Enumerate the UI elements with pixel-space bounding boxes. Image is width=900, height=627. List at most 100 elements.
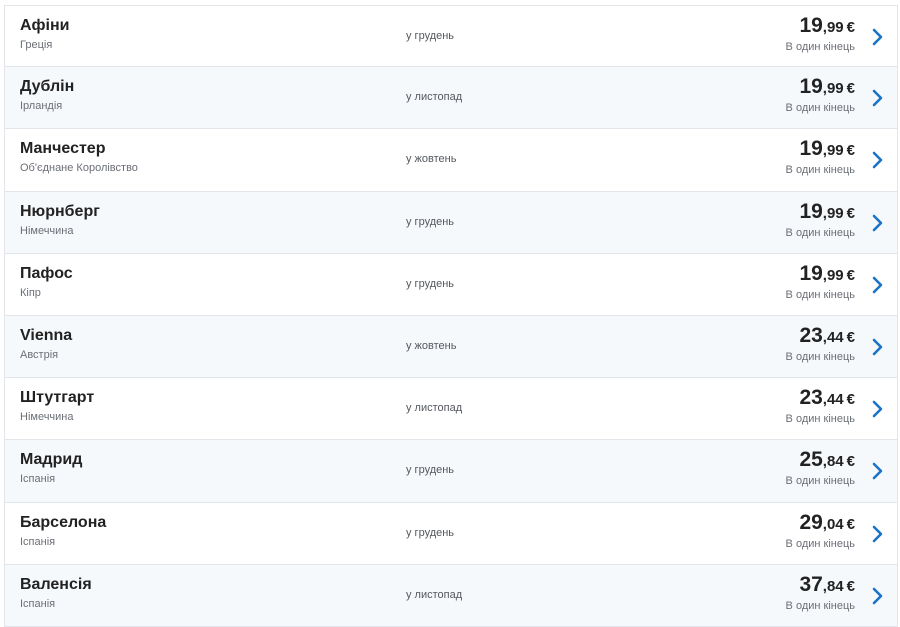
fare-type: В один кінець bbox=[785, 288, 855, 301]
price: 29,04 € bbox=[799, 511, 855, 535]
city-name: Мадрид bbox=[20, 451, 83, 469]
price-cents: ,99 bbox=[822, 204, 844, 222]
travel-month: у листопад bbox=[406, 402, 463, 415]
travel-month: у грудень bbox=[406, 215, 455, 228]
destinations-list: Афіни Греція у грудень 19,99 € В один кін… bbox=[4, 5, 898, 627]
price-cents: ,04 bbox=[822, 515, 844, 533]
price-whole: 19 bbox=[799, 14, 823, 37]
country-name: Об'єднане Королівство bbox=[20, 162, 138, 175]
price: 23,44 € bbox=[799, 324, 855, 348]
country-name: Греція bbox=[20, 39, 53, 51]
chevron-right-icon[interactable] bbox=[871, 151, 885, 169]
fare-type: В один кінець bbox=[785, 102, 855, 115]
destination-row[interactable]: Нюрнберг Німеччина у грудень 19,99 € В од… bbox=[4, 191, 898, 254]
destination-row[interactable]: Валенсія Іспанія у листопад 37,84 € В оди… bbox=[4, 564, 898, 627]
country-name: Іспанія bbox=[20, 597, 56, 610]
travel-month: у грудень bbox=[406, 526, 455, 539]
price-whole: 23 bbox=[799, 386, 823, 410]
currency-symbol: € bbox=[846, 328, 855, 346]
travel-month: у грудень bbox=[406, 464, 455, 477]
price: 19,99 € bbox=[799, 14, 855, 38]
price-whole: 19 bbox=[799, 261, 823, 285]
country-name: Іспанія bbox=[20, 473, 56, 486]
city-name: Барселона bbox=[20, 513, 107, 531]
city-name: Нюрнберг bbox=[20, 202, 100, 220]
currency-symbol: € bbox=[846, 204, 855, 222]
city-name: Валенсія bbox=[20, 575, 92, 593]
price-whole: 37 bbox=[799, 572, 823, 596]
price: 37,84 € bbox=[799, 573, 855, 597]
price: 25,84 € bbox=[799, 448, 855, 472]
city-name: Дублін bbox=[20, 78, 75, 96]
travel-month: у листопад bbox=[406, 588, 463, 601]
destination-row[interactable]: Vienna Австрія у жовтень 23,44 € В один к… bbox=[4, 315, 898, 379]
price-whole: 29 bbox=[799, 510, 823, 534]
fare-type: В один кінець bbox=[785, 413, 855, 426]
destination-row[interactable]: Дублін Ірландія у листопад 19,99 € В один… bbox=[4, 67, 898, 130]
chevron-right-icon[interactable] bbox=[871, 338, 885, 356]
price-cents: ,99 bbox=[822, 19, 844, 36]
currency-symbol: € bbox=[846, 142, 855, 160]
chevron-right-icon[interactable] bbox=[871, 214, 885, 232]
currency-symbol: € bbox=[846, 391, 855, 409]
price-cents: ,99 bbox=[822, 266, 844, 284]
price-cents: ,44 bbox=[822, 328, 844, 346]
fare-type: В один кінець bbox=[785, 164, 855, 177]
price-whole: 25 bbox=[799, 448, 823, 472]
chevron-right-icon[interactable] bbox=[871, 276, 885, 294]
currency-symbol: € bbox=[846, 266, 855, 284]
currency-symbol: € bbox=[846, 80, 855, 98]
fare-type: В один кінець bbox=[785, 599, 855, 612]
travel-month: у грудень bbox=[406, 277, 455, 290]
price-cents: ,99 bbox=[822, 142, 844, 160]
travel-month: у листопад bbox=[406, 91, 463, 104]
chevron-right-icon[interactable] bbox=[871, 28, 885, 46]
city-name: Vienna bbox=[20, 326, 73, 344]
price-whole: 19 bbox=[799, 75, 823, 99]
destination-row[interactable]: Афіни Греція у грудень 19,99 € В один кін… bbox=[4, 5, 898, 68]
destination-row[interactable]: Барселона Іспанія у грудень 29,04 € В оди… bbox=[4, 502, 898, 565]
price-cents: ,84 bbox=[822, 577, 844, 595]
price: 19,99 € bbox=[799, 200, 855, 224]
fare-type: В один кінець bbox=[785, 226, 855, 239]
chevron-right-icon[interactable] bbox=[871, 89, 885, 107]
destination-row[interactable]: Штутгарт Німеччина у листопад 23,44 € В о… bbox=[4, 378, 898, 441]
country-name: Німеччина bbox=[20, 224, 74, 237]
currency-symbol: € bbox=[846, 577, 855, 595]
travel-month: у жовтень bbox=[406, 153, 457, 166]
price-whole: 23 bbox=[799, 323, 823, 347]
price-whole: 19 bbox=[799, 137, 823, 161]
fare-type: В один кінець bbox=[785, 350, 855, 363]
chevron-right-icon[interactable] bbox=[871, 525, 885, 543]
destination-row[interactable]: Манчестер Об'єднане Королівство у жовтен… bbox=[4, 129, 898, 192]
chevron-right-icon[interactable] bbox=[871, 400, 885, 418]
fare-type: В один кінець bbox=[785, 41, 855, 53]
city-name: Афіни bbox=[20, 17, 70, 34]
city-name: Манчестер bbox=[20, 140, 106, 158]
city-name: Пафос bbox=[20, 264, 73, 282]
price: 19,99 € bbox=[799, 137, 855, 161]
price-cents: ,99 bbox=[822, 80, 844, 98]
price: 19,99 € bbox=[799, 262, 855, 286]
chevron-right-icon[interactable] bbox=[871, 587, 885, 605]
country-name: Німеччина bbox=[20, 411, 74, 424]
travel-month: у жовтень bbox=[406, 339, 457, 352]
currency-symbol: € bbox=[846, 453, 855, 471]
chevron-right-icon[interactable] bbox=[871, 462, 885, 480]
fare-type: В один кінець bbox=[785, 475, 855, 488]
price-cents: ,44 bbox=[822, 391, 844, 409]
destination-row[interactable]: Мадрид Іспанія у грудень 25,84 € В один к… bbox=[4, 440, 898, 503]
country-name: Іспанія bbox=[20, 535, 56, 548]
currency-symbol: € bbox=[846, 19, 855, 36]
fare-type: В один кінець bbox=[785, 537, 855, 550]
country-name: Кіпр bbox=[20, 286, 41, 299]
price: 23,44 € bbox=[799, 386, 855, 410]
travel-month: у грудень bbox=[406, 30, 455, 42]
price: 19,99 € bbox=[799, 75, 855, 99]
city-name: Штутгарт bbox=[20, 389, 95, 407]
country-name: Ірландія bbox=[20, 100, 63, 113]
currency-symbol: € bbox=[846, 515, 855, 533]
destination-row[interactable]: Пафос Кіпр у грудень 19,99 € В один кінец… bbox=[4, 253, 898, 316]
country-name: Австрія bbox=[20, 348, 59, 361]
price-cents: ,84 bbox=[822, 453, 844, 471]
